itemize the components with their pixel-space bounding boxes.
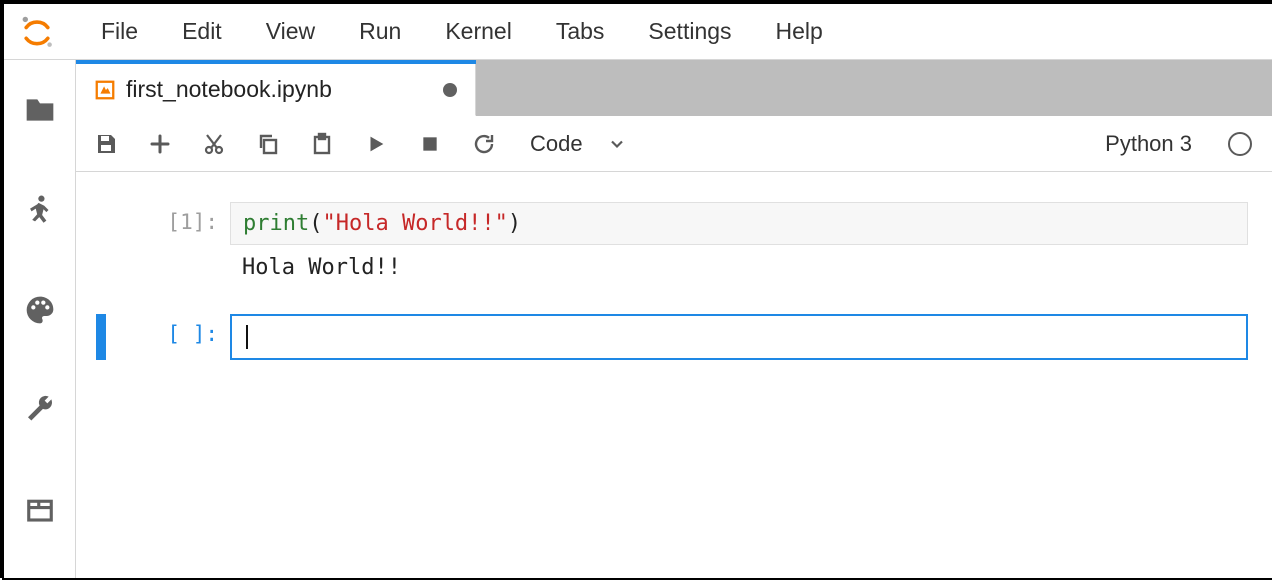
menu-help[interactable]: Help xyxy=(754,12,845,51)
notebook-panel: Code Python 3 [1]:print("Hola World!!")H… xyxy=(76,116,1272,578)
celltype-select[interactable]: Code xyxy=(524,129,633,159)
notebook-icon xyxy=(94,79,116,101)
cell-marker xyxy=(96,314,106,360)
running-icon[interactable] xyxy=(20,190,60,230)
kernel-status-icon[interactable] xyxy=(1228,132,1252,156)
code-input[interactable] xyxy=(230,314,1248,360)
menubar: File Edit View Run Kernel Tabs Settings … xyxy=(4,4,1272,60)
code-output: Hola World!! xyxy=(230,245,1248,284)
cell-marker xyxy=(96,202,106,284)
cursor-caret-icon xyxy=(246,325,248,349)
menu-kernel[interactable]: Kernel xyxy=(423,12,533,51)
menu-view[interactable]: View xyxy=(244,12,337,51)
menu-file[interactable]: File xyxy=(79,12,160,51)
copy-icon[interactable] xyxy=(254,130,282,158)
jupyter-logo-icon[interactable] xyxy=(14,9,59,54)
tab-title: first_notebook.ipynb xyxy=(126,76,423,103)
run-icon[interactable] xyxy=(362,130,390,158)
wrench-icon[interactable] xyxy=(20,390,60,430)
cell-body xyxy=(230,314,1248,360)
folder-icon[interactable] xyxy=(20,90,60,130)
tab-notebook[interactable]: first_notebook.ipynb xyxy=(76,64,476,116)
add-cell-icon[interactable] xyxy=(146,130,174,158)
palette-icon[interactable] xyxy=(20,290,60,330)
tab-dirty-indicator-icon xyxy=(443,83,457,97)
cut-icon[interactable] xyxy=(200,130,228,158)
left-sidebar xyxy=(4,60,76,578)
menu-tabs[interactable]: Tabs xyxy=(534,12,627,51)
menu-settings[interactable]: Settings xyxy=(626,12,753,51)
code-input[interactable]: print("Hola World!!") xyxy=(230,202,1248,245)
celltype-label: Code xyxy=(530,131,583,157)
cells-area[interactable]: [1]:print("Hola World!!")Hola World!![ ]… xyxy=(76,172,1272,578)
restart-icon[interactable] xyxy=(470,130,498,158)
tab-bar: first_notebook.ipynb xyxy=(76,60,476,116)
menu-run[interactable]: Run xyxy=(337,12,423,51)
tabs-icon[interactable] xyxy=(20,490,60,530)
code-cell[interactable]: [ ]: xyxy=(96,314,1252,360)
kernel-name[interactable]: Python 3 xyxy=(1105,131,1192,157)
input-prompt: [ ]: xyxy=(110,314,230,346)
notebook-toolbar: Code Python 3 xyxy=(76,116,1272,172)
work-area: first_notebook.ipynb xyxy=(76,60,1272,578)
menu-edit[interactable]: Edit xyxy=(160,12,244,51)
paste-icon[interactable] xyxy=(308,130,336,158)
cell-body: print("Hola World!!")Hola World!! xyxy=(230,202,1248,284)
input-prompt: [1]: xyxy=(110,202,230,234)
chevron-down-icon xyxy=(607,134,627,154)
code-cell[interactable]: [1]:print("Hola World!!")Hola World!! xyxy=(96,202,1252,284)
stop-icon[interactable] xyxy=(416,130,444,158)
save-icon[interactable] xyxy=(92,130,120,158)
